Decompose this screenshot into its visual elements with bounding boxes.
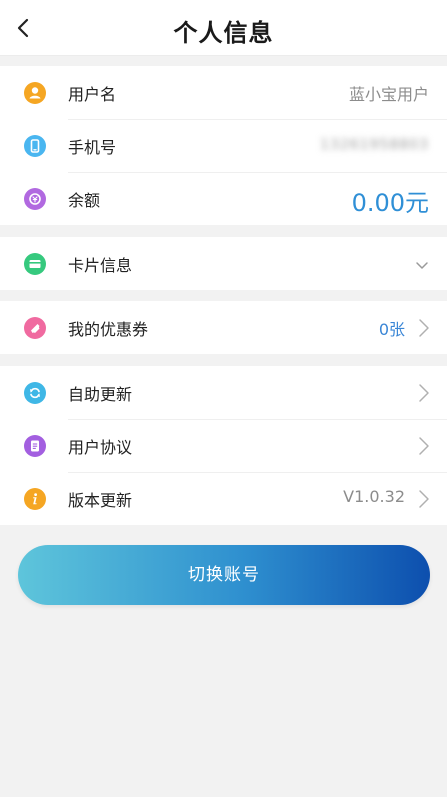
username-row: 用户名 蓝小宝用户 <box>0 66 447 119</box>
balance-row: 余额 0.00元 <box>0 172 447 225</box>
coupon-group: 我的优惠券 0张 <box>0 301 447 354</box>
card-info-row[interactable]: 卡片信息 <box>0 237 447 290</box>
version-value: V1.0.32 <box>343 487 405 506</box>
version-row[interactable]: 版本更新 V1.0.32 <box>0 472 447 525</box>
version-label: 版本更新 <box>68 491 133 510</box>
chevron-right-icon <box>417 317 431 339</box>
agreement-label: 用户协议 <box>68 438 133 457</box>
settings-group: 自助更新 用户协议 版本更新 V1.0.32 <box>0 366 447 525</box>
username-value: 蓝小宝用户 <box>348 85 429 104</box>
chevron-down-icon[interactable] <box>415 257 429 269</box>
phone-row: 手机号 13261958803 <box>0 119 447 172</box>
chevron-right-icon <box>417 435 431 457</box>
chevron-right-icon <box>417 382 431 404</box>
self-update-label: 自助更新 <box>68 385 133 404</box>
phone-label: 手机号 <box>68 138 117 157</box>
ticket-icon <box>24 317 46 339</box>
wallet-icon <box>24 188 46 210</box>
agreement-row[interactable]: 用户协议 <box>0 419 447 472</box>
phone-icon <box>24 135 46 157</box>
username-label: 用户名 <box>68 85 117 104</box>
switch-account-button[interactable]: 切换账号 <box>18 545 430 605</box>
refresh-icon <box>24 382 46 404</box>
chevron-right-icon <box>417 488 431 510</box>
self-update-row[interactable]: 自助更新 <box>0 366 447 419</box>
card-icon <box>24 253 46 275</box>
card-group: 卡片信息 <box>0 237 447 290</box>
coupon-label: 我的优惠券 <box>68 320 149 339</box>
header-bar: 个人信息 <box>0 0 447 56</box>
coupon-count: 0张 <box>378 320 405 339</box>
user-icon <box>24 82 46 104</box>
coupon-row[interactable]: 我的优惠券 0张 <box>0 301 447 354</box>
info-icon <box>24 488 46 510</box>
page-title: 个人信息 <box>173 19 274 47</box>
balance-value: 0.00元 <box>351 189 429 217</box>
document-icon <box>24 435 46 457</box>
phone-value: 13261958803 <box>320 137 429 153</box>
balance-label: 余额 <box>68 191 101 210</box>
card-info-label: 卡片信息 <box>68 256 133 275</box>
profile-group: 用户名 蓝小宝用户 手机号 13261958803 余额 0.00元 <box>0 66 447 225</box>
